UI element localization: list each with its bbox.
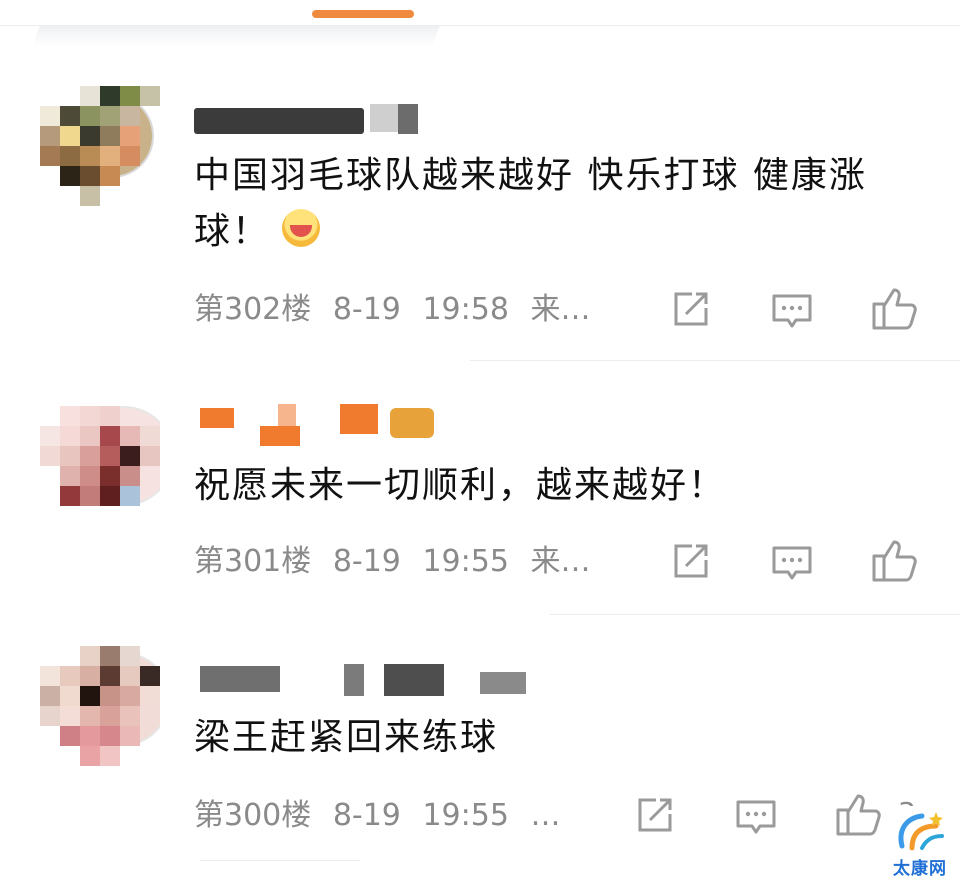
avatar[interactable] <box>40 646 160 766</box>
username-redacted[interactable] <box>194 100 424 136</box>
comment-time: 19:55 <box>422 544 509 579</box>
comment-icon[interactable] <box>734 794 778 838</box>
username-redacted[interactable] <box>194 658 544 698</box>
active-tab-indicator <box>312 10 414 18</box>
comment-date: 8-19 <box>332 292 401 327</box>
comment-source: 来… <box>530 544 591 579</box>
comment-meta: 第300楼 8-19 19:55 … <box>194 796 560 836</box>
floor-number: 第300楼 <box>194 798 312 833</box>
like-icon[interactable] <box>870 536 918 584</box>
comment-meta: 第301楼 8-19 19:55 来… <box>194 542 590 582</box>
comment-icon[interactable] <box>770 540 814 584</box>
avatar[interactable] <box>40 86 160 206</box>
taikang-logo-icon <box>898 812 944 851</box>
watermark-text: 太康网 <box>893 859 947 879</box>
comment-text: 梁王赶紧回来练球 <box>194 717 499 758</box>
comment-date: 8-19 <box>332 798 401 833</box>
header-shadow <box>32 26 440 46</box>
repost-icon[interactable] <box>632 794 676 838</box>
laughing-emoji-icon <box>282 209 321 247</box>
comment-text: 祝愿未来一切顺利，越来越好！ <box>194 465 727 506</box>
floor-number: 第301楼 <box>194 544 312 579</box>
comment-divider <box>200 860 360 861</box>
avatar[interactable] <box>40 406 160 506</box>
comment-meta: 第302楼 8-19 19:58 来… <box>194 290 590 330</box>
comment-icon[interactable] <box>770 288 814 332</box>
username-redacted[interactable] <box>194 404 444 448</box>
comment-text: 中国羽毛球队越来越好 快乐打球 健康涨球！ <box>194 155 867 252</box>
comment-source: 来… <box>530 292 591 327</box>
like-icon[interactable] <box>870 284 918 332</box>
floor-number: 第302楼 <box>194 292 312 327</box>
comment-divider <box>470 360 960 361</box>
comment-divider <box>550 614 960 615</box>
comment-time: 19:58 <box>422 292 509 327</box>
comment-date: 8-19 <box>332 544 401 579</box>
repost-icon[interactable] <box>668 540 712 584</box>
comment-source: … <box>530 798 561 833</box>
site-watermark-logo: 太康网 <box>886 806 954 880</box>
like-icon[interactable] <box>834 790 882 838</box>
comment-time: 19:55 <box>422 798 509 833</box>
repost-icon[interactable] <box>668 288 712 332</box>
